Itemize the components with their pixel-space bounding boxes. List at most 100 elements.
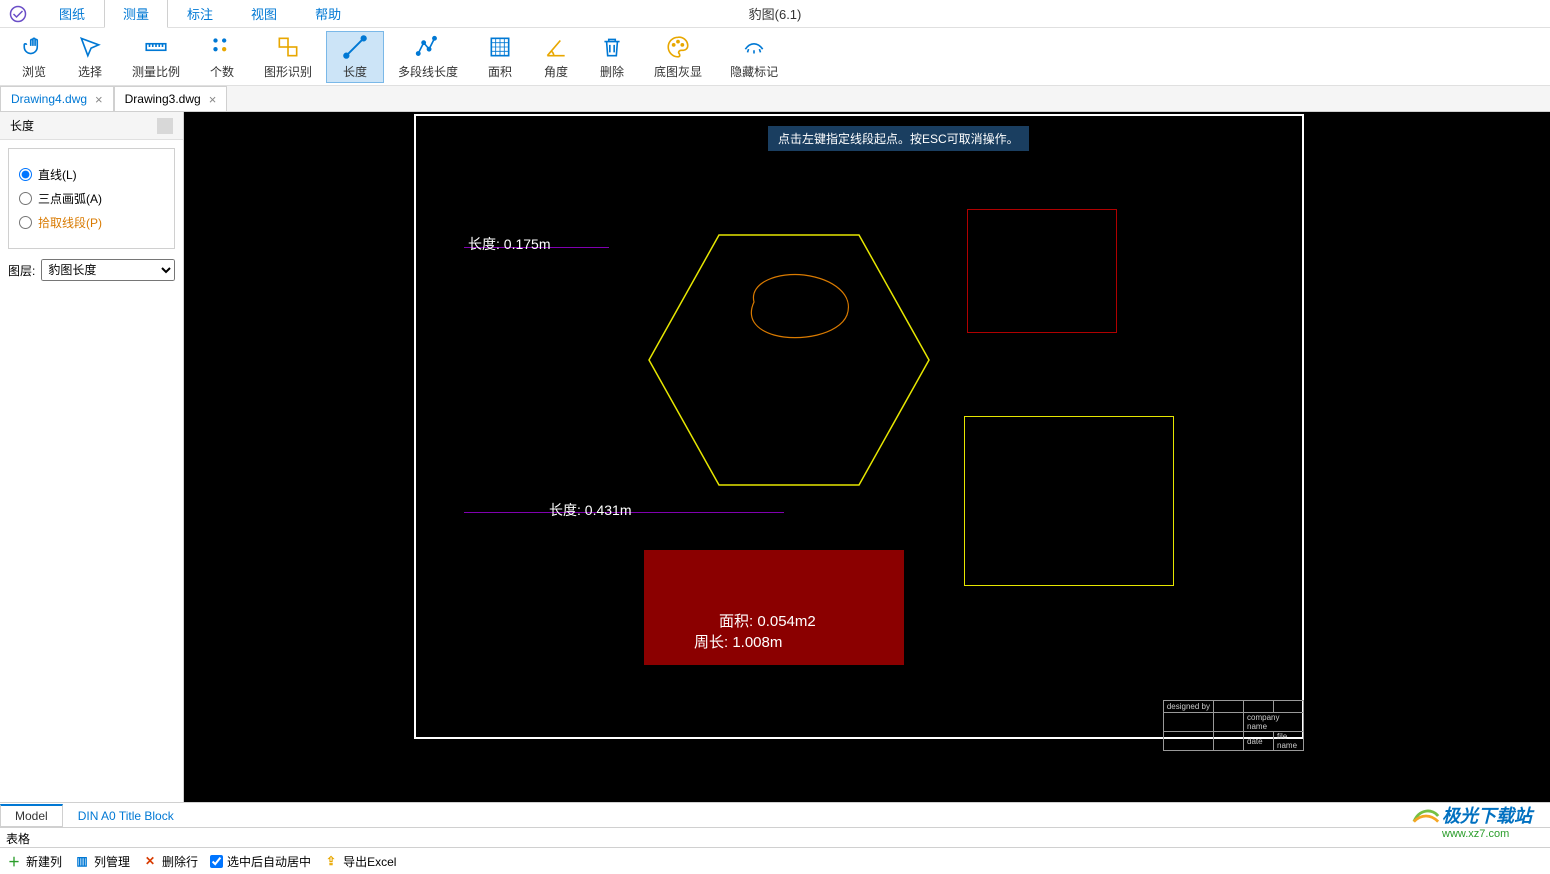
file-tab-label: Drawing3.dwg xyxy=(125,92,201,106)
operation-hint: 点击左键指定线段起点。按ESC可取消操作。 xyxy=(768,126,1029,151)
ribbon-label: 图形识别 xyxy=(264,63,312,80)
rectangle-red xyxy=(967,209,1117,333)
panel-options: 直线(L) 三点画弧(A) 拾取线段(P) xyxy=(8,148,175,249)
radio-arc[interactable]: 三点画弧(A) xyxy=(19,190,164,207)
file-tab-0[interactable]: Drawing4.dwg × xyxy=(0,86,114,111)
drawing-canvas[interactable]: 点击左键指定线段起点。按ESC可取消操作。 长度: 0.175m 长度: 0.4… xyxy=(184,112,1550,802)
radio-pick[interactable]: 拾取线段(P) xyxy=(19,214,164,231)
plus-icon: ＋ xyxy=(6,853,22,870)
auto-center-checkbox[interactable]: 选中后自动居中 xyxy=(210,853,311,870)
close-icon[interactable]: × xyxy=(209,92,217,107)
export-icon: ⇪ xyxy=(323,854,339,868)
cursor-icon xyxy=(76,33,104,61)
ribbon-angle[interactable]: 角度 xyxy=(528,31,584,83)
watermark: 极光下载站 www.xz7.com xyxy=(1434,798,1540,844)
file-tabs-bar: Drawing4.dwg × Drawing3.dwg × xyxy=(0,86,1550,112)
ribbon-label: 删除 xyxy=(600,63,624,80)
length-icon xyxy=(341,34,369,61)
radio-input-pick[interactable] xyxy=(19,216,32,229)
dots-icon xyxy=(208,33,236,61)
manage-column-button[interactable]: ▥ 列管理 xyxy=(74,853,130,870)
polyline-icon xyxy=(414,33,442,61)
ribbon-scale[interactable]: 测量比例 xyxy=(118,31,194,83)
angle-icon xyxy=(542,33,570,61)
main-area: 长度 直线(L) 三点画弧(A) 拾取线段(P) 图层: 豹图长度 xyxy=(0,112,1550,802)
measure-text-1: 长度: 0.175m xyxy=(468,234,550,254)
radio-label: 三点画弧(A) xyxy=(38,190,102,207)
menu-tab-help[interactable]: 帮助 xyxy=(296,0,360,28)
app-title: 豹图(6.1) xyxy=(749,4,802,23)
menu-tab-measure[interactable]: 测量 xyxy=(104,0,168,28)
panel-title: 长度 xyxy=(0,112,183,140)
layer-label: 图层: xyxy=(8,262,35,279)
radio-input-arc[interactable] xyxy=(19,192,32,205)
radio-input-line[interactable] xyxy=(19,168,32,181)
ruler-icon xyxy=(142,33,170,61)
ribbon-label: 个数 xyxy=(210,63,234,80)
menu-tab-drawing[interactable]: 图纸 xyxy=(40,0,104,28)
title-block: designed by company name datefile name xyxy=(1163,700,1304,751)
panel-collapse-icon[interactable] xyxy=(157,118,173,134)
ribbon-gray[interactable]: 底图灰显 xyxy=(640,31,716,83)
radio-label: 拾取线段(P) xyxy=(38,214,102,231)
new-column-button[interactable]: ＋ 新建列 xyxy=(6,853,62,870)
checkbox-auto-center[interactable] xyxy=(210,855,223,868)
swoosh-icon xyxy=(1412,806,1440,826)
delete-row-button[interactable]: ✕ 删除行 xyxy=(142,853,198,870)
rectangle-yellow xyxy=(964,416,1174,586)
ribbon-label: 底图灰显 xyxy=(654,63,702,80)
ribbon-length[interactable]: 长度 xyxy=(326,31,384,83)
bottom-tabs: Model DIN A0 Title Block xyxy=(0,802,1550,828)
ribbon-select[interactable]: 选择 xyxy=(62,31,118,83)
eye-hide-icon xyxy=(740,33,768,61)
tb-label: 删除行 xyxy=(162,853,198,870)
hand-icon xyxy=(20,33,48,61)
ribbon-label: 选择 xyxy=(78,63,102,80)
tb-label: 新建列 xyxy=(26,853,62,870)
menu-tab-view[interactable]: 视图 xyxy=(232,0,296,28)
area-icon xyxy=(486,33,514,61)
title-bar: 图纸 测量 标注 视图 帮助 豹图(6.1) xyxy=(0,0,1550,28)
trash-icon xyxy=(598,33,626,61)
ribbon-count[interactable]: 个数 xyxy=(194,31,250,83)
layer-select[interactable]: 豹图长度 xyxy=(41,259,175,281)
ribbon-label: 面积 xyxy=(488,63,512,80)
ribbon-label: 浏览 xyxy=(22,63,46,80)
tb-label: 导出Excel xyxy=(343,853,396,870)
tab-titleblock[interactable]: DIN A0 Title Block xyxy=(63,805,189,826)
measure-text-2: 长度: 0.431m xyxy=(549,500,631,520)
ribbon-area[interactable]: 面积 xyxy=(472,31,528,83)
bottom-toolbar: ＋ 新建列 ▥ 列管理 ✕ 删除行 选中后自动居中 ⇪ 导出Excel xyxy=(0,848,1550,874)
file-tab-1[interactable]: Drawing3.dwg × xyxy=(114,86,228,111)
ribbon-shape-rec[interactable]: 图形识别 xyxy=(250,31,326,83)
ribbon-label: 长度 xyxy=(343,63,367,80)
tb-label: 选中后自动居中 xyxy=(227,853,311,870)
app-icon xyxy=(6,2,30,26)
close-icon[interactable]: × xyxy=(95,92,103,107)
panel-title-text: 长度 xyxy=(10,117,34,134)
ribbon-label: 隐藏标记 xyxy=(730,63,778,80)
delete-icon: ✕ xyxy=(142,854,158,868)
palette-icon xyxy=(664,33,692,61)
ribbon-label: 角度 xyxy=(544,63,568,80)
ribbon-hide-marks[interactable]: 隐藏标记 xyxy=(716,31,792,83)
sidebar-panel: 长度 直线(L) 三点画弧(A) 拾取线段(P) 图层: 豹图长度 xyxy=(0,112,184,802)
ribbon-delete[interactable]: 删除 xyxy=(584,31,640,83)
menu-tab-annotate[interactable]: 标注 xyxy=(168,0,232,28)
radio-label: 直线(L) xyxy=(38,166,77,183)
shapes-icon xyxy=(274,33,302,61)
ribbon-label: 多段线长度 xyxy=(398,63,458,80)
columns-icon: ▥ xyxy=(74,854,90,868)
tb-label: 列管理 xyxy=(94,853,130,870)
layer-row: 图层: 豹图长度 xyxy=(8,259,175,281)
tab-model[interactable]: Model xyxy=(0,804,63,827)
ribbon: 浏览 选择 测量比例 个数 图形识别 长度 多段线长度 面积 角度 删除 底图灰… xyxy=(0,28,1550,86)
ribbon-browse[interactable]: 浏览 xyxy=(6,31,62,83)
radio-line[interactable]: 直线(L) xyxy=(19,166,164,183)
ribbon-label: 测量比例 xyxy=(132,63,180,80)
export-excel-button[interactable]: ⇪ 导出Excel xyxy=(323,853,396,870)
ribbon-polyline[interactable]: 多段线长度 xyxy=(384,31,472,83)
watermark-url: www.xz7.com xyxy=(1442,828,1532,840)
blob-shape xyxy=(739,267,859,347)
file-tab-label: Drawing4.dwg xyxy=(11,92,87,106)
